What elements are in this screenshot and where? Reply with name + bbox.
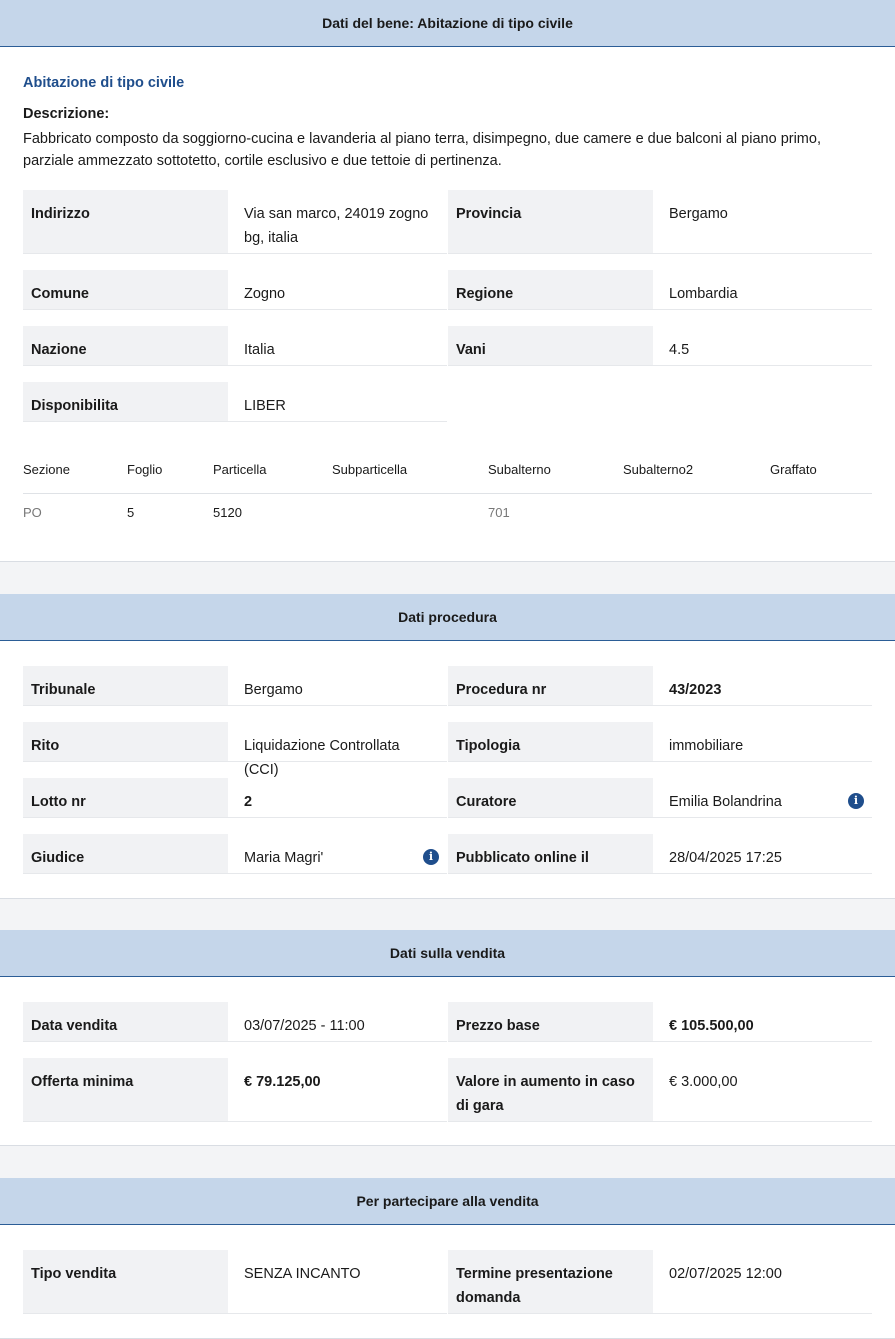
- field-offerta-minima: Offerta minima € 79.125,00: [23, 1058, 447, 1122]
- card-dati-vendita: Dati sulla vendita Data vendita 03/07/20…: [0, 930, 895, 1146]
- card-header-partecipare: Per partecipare alla vendita: [0, 1178, 895, 1225]
- field-label: Disponibilita: [23, 382, 228, 421]
- field-value: 2: [244, 794, 253, 810]
- field-label: Lotto nr: [23, 778, 228, 817]
- field-value: € 3.000,00: [669, 1074, 738, 1090]
- field-label: Procedura nr: [448, 666, 653, 705]
- field-procedura-nr: Procedura nr 43/2023: [448, 666, 872, 706]
- cadastral-value: PO: [23, 505, 42, 520]
- cadastral-header: Particella: [213, 462, 267, 477]
- card-dati-procedura: Dati procedura Tribunale Bergamo Procedu…: [0, 594, 895, 899]
- field-label: Comune: [23, 270, 228, 309]
- card-header-dati-vendita: Dati sulla vendita: [0, 930, 895, 977]
- field-pubblicato: Pubblicato online il 28/04/2025 17:25: [448, 834, 872, 874]
- cadastral-divider: [23, 493, 872, 494]
- cadastral-header: Subalterno2: [623, 462, 694, 477]
- card-header-dati-procedura: Dati procedura: [0, 594, 895, 641]
- cadastral-header: Foglio: [127, 462, 163, 477]
- cadastral-value: 5120: [213, 505, 242, 520]
- field-value: SENZA INCANTO: [244, 1266, 361, 1282]
- field-comune: Comune Zogno: [23, 270, 447, 310]
- field-value-wrapper: Maria Magri' i: [228, 834, 447, 873]
- field-value: Emilia Bolandrina: [669, 794, 782, 810]
- info-icon[interactable]: i: [423, 849, 439, 865]
- field-termine-domanda: Termine presentazione domanda 02/07/2025…: [448, 1250, 872, 1314]
- cadastral-header: Graffato: [770, 462, 817, 477]
- cadastral-header: Subalterno: [488, 462, 551, 477]
- bene-subtitle: Abitazione di tipo civile: [23, 75, 185, 91]
- field-value: Liquidazione Controllata (CCI): [244, 738, 400, 778]
- info-icon[interactable]: i: [848, 793, 864, 809]
- field-label: Giudice: [23, 834, 228, 873]
- field-value: 4.5: [669, 342, 690, 358]
- field-label: Tribunale: [23, 666, 228, 705]
- field-value: immobiliare: [669, 738, 744, 754]
- field-label: Termine presentazione domanda: [448, 1250, 653, 1313]
- description-text: Fabbricato composto da soggiorno-cucina …: [23, 131, 821, 169]
- field-value: 28/04/2025 17:25: [669, 850, 782, 866]
- field-value: € 105.500,00: [669, 1018, 754, 1034]
- field-value: Bergamo: [669, 206, 728, 222]
- field-tribunale: Tribunale Bergamo: [23, 666, 447, 706]
- field-label: Nazione: [23, 326, 228, 365]
- field-label: Indirizzo: [23, 190, 228, 253]
- field-disponibilita: Disponibilita LIBER: [23, 382, 447, 422]
- field-label: Regione: [448, 270, 653, 309]
- field-label: Curatore: [448, 778, 653, 817]
- cadastral-header: Sezione: [23, 462, 70, 477]
- field-curatore: Curatore Emilia Bolandrina i: [448, 778, 872, 818]
- field-label: Provincia: [448, 190, 653, 253]
- cadastral-value: 5: [127, 505, 135, 520]
- field-label: Pubblicato online il: [448, 834, 653, 873]
- field-value: Via san marco, 24019 zogno bg, italia: [244, 206, 429, 246]
- card-dati-bene: Dati del bene: Abitazione di tipo civile…: [0, 0, 895, 562]
- field-value: 43/2023: [669, 682, 722, 698]
- field-value: Lombardia: [669, 286, 738, 302]
- field-value: 02/07/2025 12:00: [669, 1266, 782, 1282]
- field-label: Prezzo base: [448, 1002, 653, 1041]
- field-tipologia: Tipologia immobiliare: [448, 722, 872, 762]
- field-data-vendita: Data vendita 03/07/2025 - 11:00: [23, 1002, 447, 1042]
- field-vani: Vani 4.5: [448, 326, 872, 366]
- field-value: LIBER: [244, 398, 286, 414]
- field-value: 03/07/2025 - 11:00: [244, 1018, 365, 1034]
- card-partecipare-vendita: Per partecipare alla vendita Tipo vendit…: [0, 1178, 895, 1339]
- field-value: € 79.125,00: [244, 1074, 321, 1090]
- field-value: Zogno: [244, 286, 286, 302]
- cadastral-header: Subparticella: [332, 462, 408, 477]
- field-label: Valore in aumento in caso di gara: [448, 1058, 653, 1121]
- cadastral-value: 701: [488, 505, 510, 520]
- field-label: Tipologia: [448, 722, 653, 761]
- field-label: Tipo vendita: [23, 1250, 228, 1313]
- field-value: Italia: [244, 342, 275, 358]
- field-indirizzo: Indirizzo Via san marco, 24019 zogno bg,…: [23, 190, 447, 254]
- field-value: Maria Magri': [244, 850, 324, 866]
- field-value: Bergamo: [244, 682, 303, 698]
- field-label: Data vendita: [23, 1002, 228, 1041]
- field-label: Rito: [23, 722, 228, 761]
- field-provincia: Provincia Bergamo: [448, 190, 872, 254]
- description-label: Descrizione:: [23, 106, 110, 122]
- field-regione: Regione Lombardia: [448, 270, 872, 310]
- field-label: Vani: [448, 326, 653, 365]
- field-value-wrapper: Emilia Bolandrina i: [653, 778, 872, 817]
- card-header-dati-bene: Dati del bene: Abitazione di tipo civile: [0, 0, 895, 47]
- field-prezzo-base: Prezzo base € 105.500,00: [448, 1002, 872, 1042]
- field-label: Offerta minima: [23, 1058, 228, 1121]
- field-tipo-vendita: Tipo vendita SENZA INCANTO: [23, 1250, 447, 1314]
- field-nazione: Nazione Italia: [23, 326, 447, 366]
- field-lotto-nr: Lotto nr 2: [23, 778, 447, 818]
- field-rito: Rito Liquidazione Controllata (CCI): [23, 722, 447, 778]
- field-giudice: Giudice Maria Magri' i: [23, 834, 447, 874]
- field-valore-aumento: Valore in aumento in caso di gara € 3.00…: [448, 1058, 872, 1122]
